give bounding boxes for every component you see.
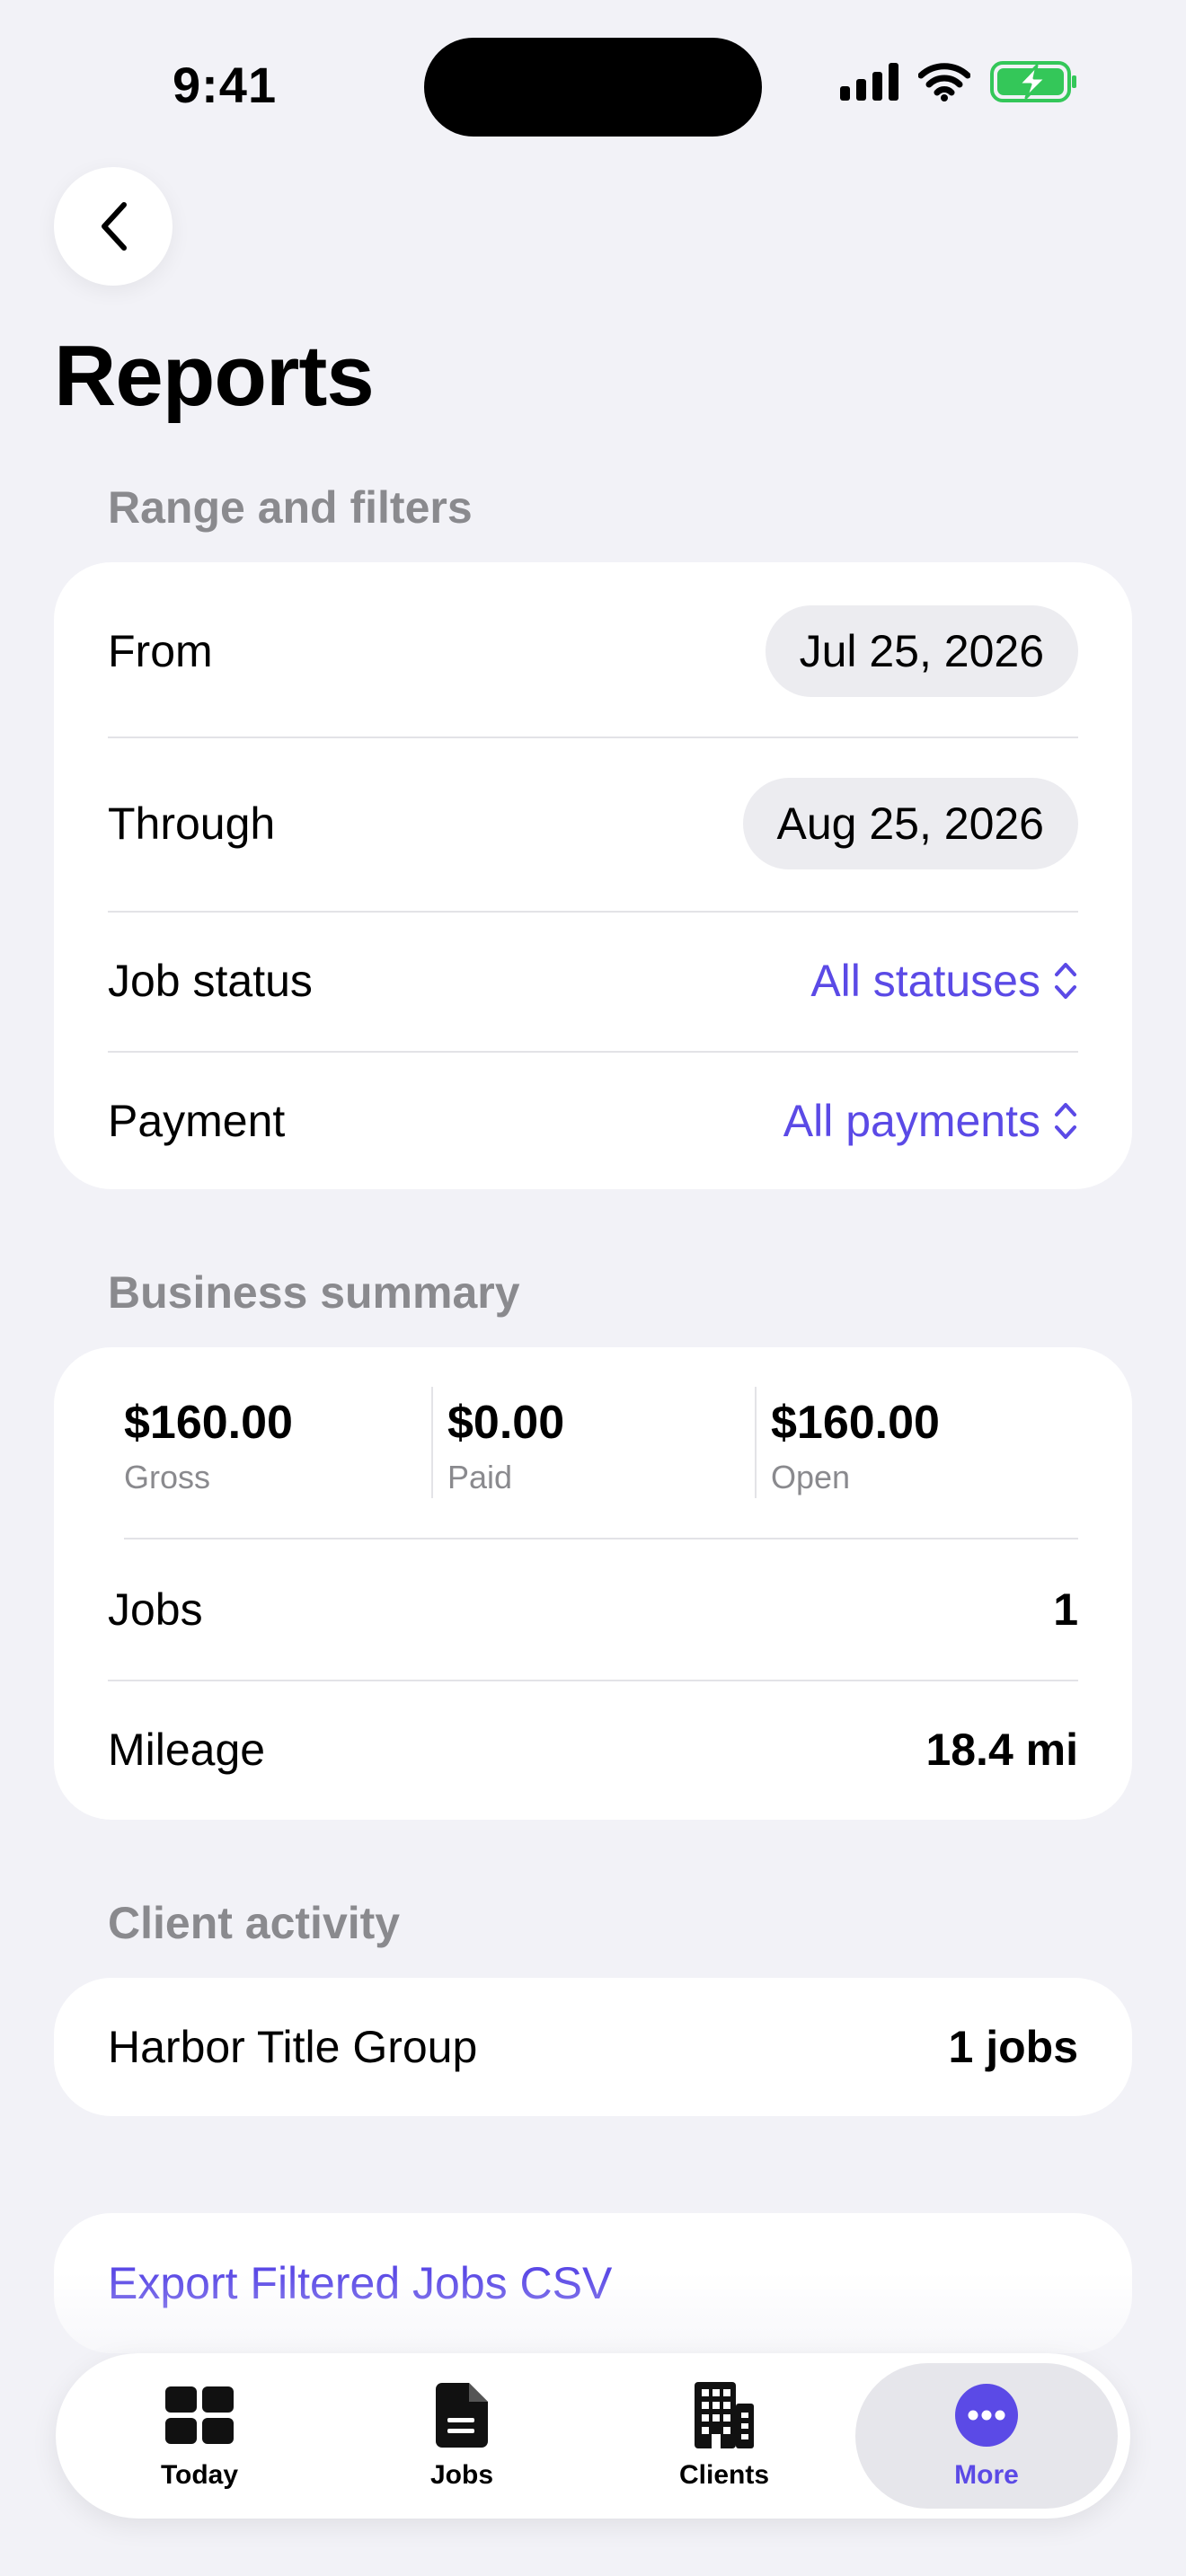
page-title: Reports bbox=[54, 328, 375, 424]
tab-label: More bbox=[954, 2460, 1019, 2490]
stat-label: Open bbox=[771, 1459, 851, 1495]
chevron-up-down-icon bbox=[1055, 1103, 1076, 1139]
payment-row: Payment All payments bbox=[54, 1051, 1132, 1191]
gross-stat: $160.00 Gross bbox=[108, 1387, 431, 1539]
stat-value: $0.00 bbox=[447, 1397, 565, 1449]
mileage-row: Mileage 18.4 mi bbox=[54, 1680, 1132, 1820]
jobs-row: Jobs 1 bbox=[54, 1539, 1132, 1680]
tab-today[interactable]: Today bbox=[68, 2363, 331, 2509]
status-bar: 9:41 bbox=[0, 0, 1186, 153]
tab-label: Today bbox=[160, 2460, 239, 2490]
from-label: From bbox=[108, 626, 213, 676]
status-time: 9:41 bbox=[173, 57, 278, 113]
tab-label: Clients bbox=[678, 2460, 770, 2490]
tab-bar: Today Jobs Clients More bbox=[56, 2353, 1130, 2519]
back-button[interactable] bbox=[54, 167, 173, 286]
client-job-count: 1 jobs bbox=[948, 2022, 1078, 2072]
filters-card: From Jul 25, 2026 Through Aug 25, 2026 J… bbox=[54, 562, 1132, 1189]
status-icons bbox=[840, 61, 1078, 102]
client-name: Harbor Title Group bbox=[108, 2022, 478, 2072]
client-row[interactable]: Harbor Title Group 1 jobs bbox=[54, 1978, 1132, 2116]
tab-label: Jobs bbox=[429, 2460, 494, 2490]
grid-icon bbox=[164, 2381, 235, 2449]
mileage-value: 18.4 mi bbox=[925, 1725, 1078, 1775]
stat-label: Paid bbox=[447, 1459, 513, 1495]
stat-value: $160.00 bbox=[771, 1397, 940, 1449]
summary-section-title: Business summary bbox=[108, 1267, 520, 1318]
job-status-row: Job status All statuses bbox=[54, 911, 1132, 1051]
payment-picker[interactable]: All payments bbox=[783, 1095, 1078, 1147]
wifi-icon bbox=[918, 63, 970, 101]
paid-stat: $0.00 Paid bbox=[431, 1387, 755, 1539]
chevron-up-down-icon bbox=[1055, 963, 1076, 999]
cellular-signal-icon bbox=[840, 63, 898, 101]
payment-value: All payments bbox=[783, 1096, 1040, 1146]
client-activity-card: Harbor Title Group 1 jobs bbox=[54, 1978, 1132, 2116]
client-activity-section-title: Client activity bbox=[108, 1898, 401, 1948]
through-date-picker[interactable]: Aug 25, 2026 bbox=[742, 778, 1078, 869]
ellipsis-icon bbox=[954, 2381, 1019, 2449]
from-date-picker[interactable]: Jul 25, 2026 bbox=[765, 605, 1078, 697]
jobs-value: 1 bbox=[1053, 1584, 1078, 1635]
battery-charging-icon bbox=[990, 61, 1076, 102]
from-row: From Jul 25, 2026 bbox=[54, 566, 1132, 737]
tab-more[interactable]: More bbox=[855, 2363, 1118, 2509]
through-label: Through bbox=[108, 798, 276, 849]
filters-section-title: Range and filters bbox=[108, 482, 473, 533]
chevron-left-icon bbox=[102, 202, 127, 251]
tab-jobs[interactable]: Jobs bbox=[331, 2363, 593, 2509]
job-status-picker[interactable]: All statuses bbox=[810, 955, 1078, 1007]
summary-card: $160.00 Gross $0.00 Paid $160.00 Open Jo… bbox=[54, 1347, 1132, 1820]
dynamic-island bbox=[424, 38, 762, 137]
jobs-label: Jobs bbox=[108, 1584, 203, 1635]
open-stat: $160.00 Open bbox=[755, 1387, 1078, 1539]
tab-clients[interactable]: Clients bbox=[593, 2363, 855, 2509]
job-status-label: Job status bbox=[108, 956, 313, 1006]
building-icon bbox=[693, 2381, 756, 2449]
summary-stats: $160.00 Gross $0.00 Paid $160.00 Open bbox=[54, 1347, 1132, 1539]
document-icon bbox=[435, 2381, 489, 2449]
stat-label: Gross bbox=[124, 1459, 211, 1495]
payment-label: Payment bbox=[108, 1096, 286, 1146]
stat-value: $160.00 bbox=[124, 1397, 293, 1449]
job-status-value: All statuses bbox=[810, 956, 1040, 1006]
through-row: Through Aug 25, 2026 bbox=[54, 737, 1132, 911]
mileage-label: Mileage bbox=[108, 1725, 266, 1775]
